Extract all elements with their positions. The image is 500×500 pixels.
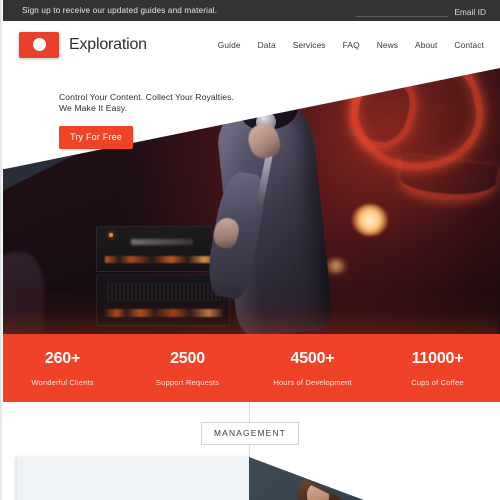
hero-headline-line-2: We Make It Easy. [59, 103, 128, 113]
nav-item-guide[interactable]: Guide [218, 40, 241, 50]
page-frame-edge [0, 0, 3, 500]
nav-item-faq[interactable]: FAQ [343, 40, 360, 50]
site-header: Exploration Guide Data Services FAQ News… [0, 21, 500, 68]
nav-item-contact[interactable]: Contact [454, 40, 484, 50]
stat-value: 260+ [44, 350, 81, 367]
stat-label: Hours of Development [273, 378, 352, 387]
management-section: MANAGEMENT [0, 402, 500, 500]
brand-name: Exploration [69, 35, 147, 53]
stat-value: 11000+ [411, 350, 464, 367]
stat-item-cups-of-coffee: 11000+ Cups of Coffee [375, 349, 500, 387]
stats-band: 260+ Wonderful Clients 2500 Support Requ… [0, 334, 500, 402]
stat-item-support-requests: 2500 Support Requests [125, 349, 250, 387]
page-root: Sign up to receive our updated guides an… [0, 0, 500, 500]
try-for-free-button[interactable]: Try For Free [59, 126, 134, 149]
stat-label: Wonderful Clients [31, 378, 94, 387]
stat-label: Support Requests [155, 378, 220, 387]
stat-item-clients: 260+ Wonderful Clients [0, 349, 125, 387]
stat-label: Cups of Coffee [411, 378, 464, 387]
nav-item-services[interactable]: Services [293, 40, 326, 50]
management-photo-backdrop [249, 457, 369, 500]
section-tag-management: MANAGEMENT [200, 422, 300, 445]
email-id-label: Email ID [454, 6, 486, 17]
logo-circle-icon [32, 38, 46, 51]
management-content-panel [17, 457, 254, 500]
hero-headline-line-1: Control Your Content. Collect Your Royal… [59, 92, 235, 102]
logo-mark-icon [19, 31, 59, 58]
email-signup-group: Email ID [356, 4, 490, 17]
nav-item-news[interactable]: News [377, 40, 398, 50]
stat-item-hours-of-development: 4500+ Hours of Development [250, 349, 375, 387]
stat-value: 4500+ [290, 350, 335, 367]
management-photo [249, 457, 500, 500]
stat-value: 2500 [170, 350, 205, 367]
nav-item-about[interactable]: About [415, 40, 437, 50]
brand-logo[interactable]: Exploration [19, 31, 147, 58]
main-nav: Guide Data Services FAQ News About Conta… [218, 40, 484, 50]
hero-section: Control Your Content. Collect Your Royal… [0, 68, 500, 334]
announcement-text: Sign up to receive our updated guides an… [22, 6, 218, 15]
nav-item-data[interactable]: Data [258, 40, 276, 50]
hero-copy: Control Your Content. Collect Your Royal… [59, 92, 234, 149]
email-input[interactable] [356, 4, 449, 17]
announcement-bar: Sign up to receive our updated guides an… [0, 0, 500, 21]
